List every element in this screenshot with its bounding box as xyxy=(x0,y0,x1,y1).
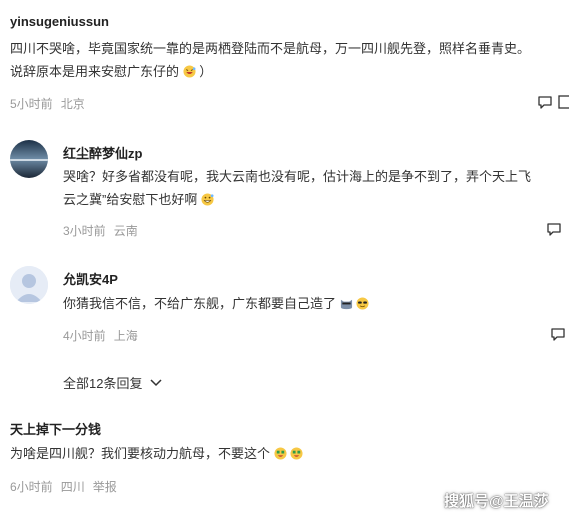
report-link[interactable]: 举报 xyxy=(93,480,117,494)
comment-username[interactable]: yinsugeniussun xyxy=(10,14,109,29)
sunglasses-emoji xyxy=(356,297,369,310)
reply-icon[interactable] xyxy=(558,94,569,110)
comment-text-part: 云之冀”给安慰下也好啊 xyxy=(63,192,198,207)
comment-meta: 3小时前 云南 xyxy=(63,222,146,239)
comment-icon[interactable] xyxy=(537,94,553,110)
comment-meta: 4小时前 上海 xyxy=(63,327,146,344)
comment-text-tail: ） xyxy=(199,64,213,79)
money-face-emoji xyxy=(274,447,287,460)
avatar[interactable] xyxy=(10,140,48,178)
comment-location: 四川 xyxy=(60,480,85,494)
watermark: 搜狐号@王温莎 xyxy=(444,493,549,510)
comment-username[interactable]: 天上掉下一分钱 xyxy=(10,419,101,438)
default-user-icon xyxy=(10,266,48,304)
comment-location: 云南 xyxy=(113,224,138,238)
comment-time: 5小时前 xyxy=(10,97,53,111)
comment-icon[interactable] xyxy=(550,326,566,342)
comment-text-line2: 说辞原本是用来安慰广东仔的 ） xyxy=(10,61,212,83)
avatar[interactable] xyxy=(10,266,48,304)
comment-location: 上海 xyxy=(113,329,138,343)
comment-time: 4小时前 xyxy=(63,329,106,343)
comment-text: 为啥是四川舰？我们要核动力航母，不要这个 xyxy=(10,446,271,461)
comment-meta: 6小时前 四川 举报 xyxy=(10,478,125,495)
replies-label: 全部12条回复 xyxy=(63,376,143,391)
comment-text-line2: 云之冀”给安慰下也好啊 xyxy=(63,189,214,211)
comment-username[interactable]: 允凯安4P xyxy=(63,269,118,288)
cool-cat-emoji xyxy=(340,299,352,310)
comment-username[interactable]: 红尘醉梦仙zp xyxy=(63,143,142,162)
comment-text: 四川不哭啥，毕竟国家统一靠的是两栖登陆而不是航母，万一四川舰先登，照样名垂青史。 xyxy=(10,41,531,56)
money-face-emoji xyxy=(290,447,303,460)
laughing-face-emoji xyxy=(183,65,196,78)
comment-time: 3小时前 xyxy=(63,224,106,238)
comment-meta: 5小时前 北京 xyxy=(10,95,93,112)
comment-text-part: 说辞原本是用来安慰广东仔的 xyxy=(10,64,180,79)
comment-time: 6小时前 xyxy=(10,480,53,494)
comment-icon[interactable] xyxy=(546,221,562,237)
comment-text-line: 为啥是四川舰？我们要核动力航母，不要这个 xyxy=(10,443,303,465)
grinning-sweat-emoji xyxy=(201,193,214,206)
comment-text: 你猜我信不信，不给广东舰，广东都要自己造了 xyxy=(63,296,337,311)
avatar-seascape-image xyxy=(10,140,48,178)
comment-location: 北京 xyxy=(60,97,85,111)
view-all-replies-button[interactable]: 全部12条回复 xyxy=(63,373,163,392)
comment-text-line: 你猜我信不信，不给广东舰，广东都要自己造了 xyxy=(63,293,369,315)
chevron-down-icon xyxy=(150,379,162,387)
comment-text: 哭啥？好多省都没有呢，我大云南也没有呢，估计海上的是争不到了，弄个天上飞 xyxy=(63,169,532,184)
